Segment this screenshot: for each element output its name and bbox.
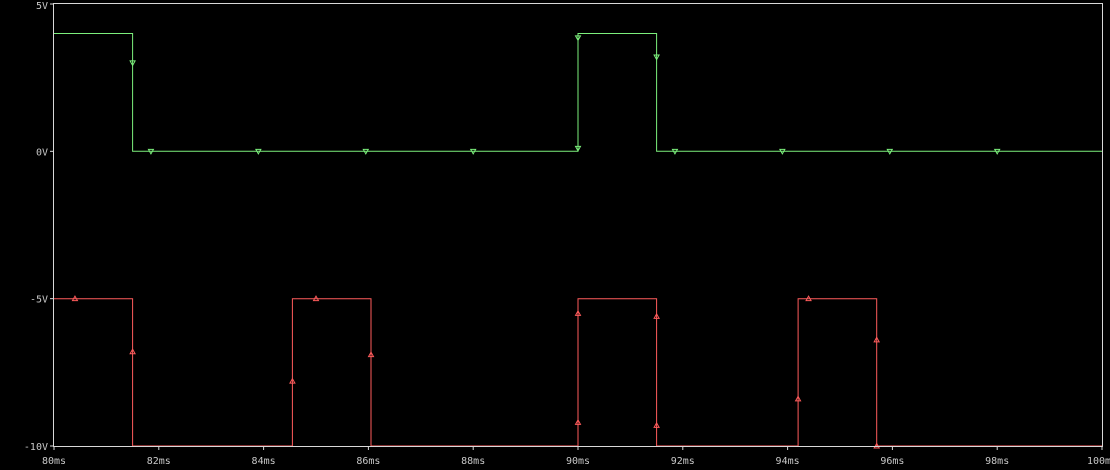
x-tick-label: 80ms <box>42 456 66 467</box>
y-tick-label: -5V <box>30 295 48 306</box>
x-tick-label: 92ms <box>671 456 695 467</box>
x-tick-label: 94ms <box>776 456 800 467</box>
plot-background <box>0 0 1110 470</box>
x-tick-label: 82ms <box>147 456 171 467</box>
x-tick-label: 96ms <box>880 456 904 467</box>
x-tick-label: 90ms <box>566 456 590 467</box>
x-tick-label: 98ms <box>985 456 1009 467</box>
x-tick-label: 88ms <box>461 456 485 467</box>
y-tick-label: -10V <box>24 442 48 453</box>
waveform-chart: 80ms 82ms 84ms 86ms 88ms 90ms 92ms 94ms 96ms 98ms… <box>0 0 1110 470</box>
x-tick-label: 100ms <box>1087 456 1110 467</box>
x-tick-label: 84ms <box>252 456 276 467</box>
y-tick-label: 5V <box>36 1 48 12</box>
x-tick-label: 86ms <box>356 456 380 467</box>
y-tick-label: 0V <box>36 147 48 158</box>
